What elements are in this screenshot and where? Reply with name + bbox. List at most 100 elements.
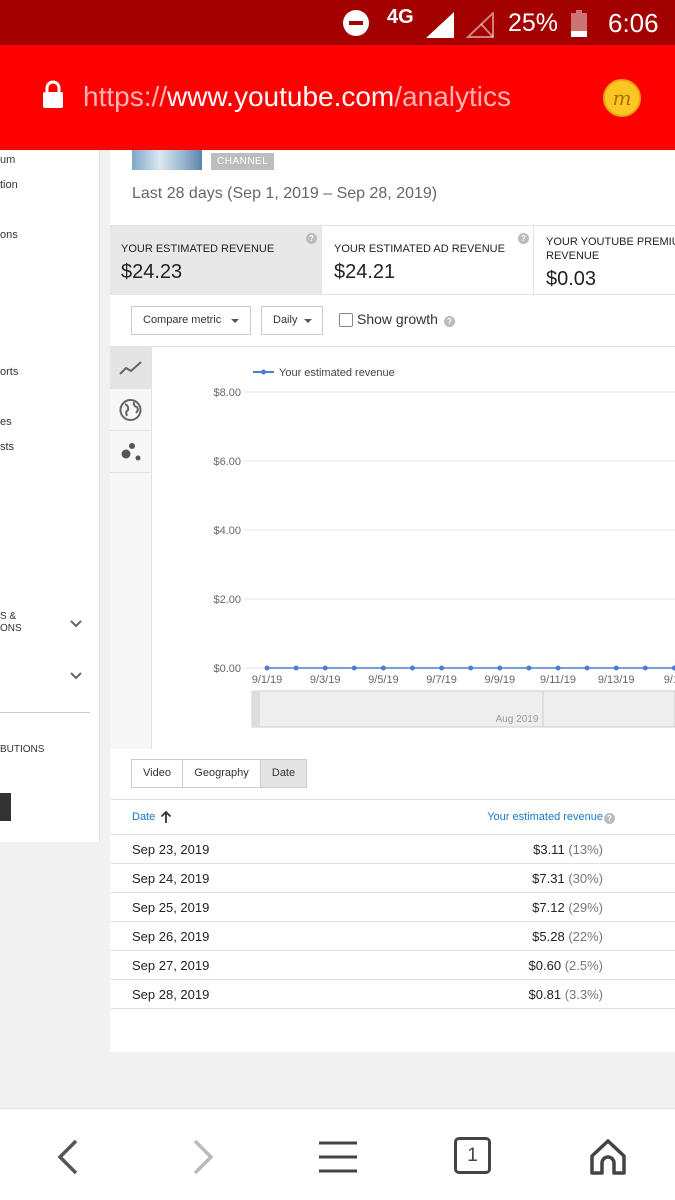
row-value: $0.60 (2.5%) [528, 958, 603, 973]
sort-ascending-icon[interactable] [160, 810, 172, 824]
url-path: /analytics [394, 81, 511, 112]
caret-down-icon [231, 319, 239, 323]
left-nav-button[interactable] [0, 793, 11, 821]
legend-marker [261, 369, 266, 375]
row-date: Sep 23, 2019 [132, 842, 210, 857]
chevron-down-icon[interactable] [70, 620, 82, 628]
x-tick-label: 9/13/19 [598, 674, 635, 686]
chevron-down-icon[interactable] [70, 672, 82, 680]
metric-label: YOUR ESTIMATED AD REVENUE [334, 243, 505, 255]
metric-cards: YOUR ESTIMATED REVENUE $24.23 ? YOUR EST… [110, 225, 675, 295]
navigator-handle [252, 691, 260, 727]
show-growth-checkbox[interactable] [339, 313, 353, 327]
left-nav-section[interactable]: S & [0, 611, 16, 622]
extension-button[interactable]: m [603, 79, 641, 117]
row-date: Sep 28, 2019 [132, 987, 210, 1002]
row-value: $5.28 (22%) [532, 929, 603, 944]
url-scheme: https:// [83, 81, 168, 112]
data-point [613, 665, 619, 671]
data-point [322, 665, 328, 671]
left-nav-item[interactable]: orts [0, 366, 18, 378]
browser-toolbar: https://www.youtube.com/analytics m [0, 45, 675, 150]
data-point [293, 665, 299, 671]
status-bar: 4G 25% 6:06 [0, 0, 675, 45]
metric-card-estimated-revenue[interactable]: YOUR ESTIMATED REVENUE $24.23 ? [110, 226, 322, 295]
map-tab[interactable] [110, 389, 151, 431]
back-icon[interactable] [48, 1137, 88, 1177]
line-chart-icon [119, 361, 142, 375]
table-row: Sep 26, 2019 $5.28 (22%) [110, 922, 675, 951]
data-point [642, 665, 648, 671]
interval-dropdown[interactable]: Daily [261, 306, 323, 335]
tab-label: Video [143, 767, 171, 779]
legend-label: Your estimated revenue [279, 367, 395, 379]
left-nav-section[interactable]: BUTIONS [0, 744, 44, 755]
help-icon[interactable]: ? [604, 813, 615, 824]
tab-date[interactable]: Date [260, 759, 307, 788]
data-point [497, 665, 503, 671]
tab-switcher-button[interactable]: 1 [454, 1137, 491, 1174]
x-tick-label: 9/3/19 [310, 674, 341, 686]
interval-label: Daily [273, 314, 298, 326]
home-icon[interactable] [588, 1137, 628, 1177]
compare-metric-dropdown[interactable]: Compare metric [131, 306, 251, 335]
signal-strength-icon [426, 12, 454, 38]
compare-metric-label: Compare metric [143, 314, 222, 326]
help-icon[interactable]: ? [444, 316, 455, 327]
row-value: $0.81 (3.3%) [528, 987, 603, 1002]
forward-icon[interactable] [183, 1137, 223, 1177]
metric-card-premium-revenue[interactable]: YOUR YOUTUBE PREMIUM REVENUE $0.03 [535, 226, 675, 295]
globe-icon [119, 399, 142, 421]
caret-down-icon [304, 319, 312, 323]
row-value: $7.31 (30%) [532, 871, 603, 886]
range-navigator [251, 690, 675, 728]
left-nav-item[interactable]: es [0, 416, 12, 428]
date-range: Last 28 days (Sep 1, 2019 – Sep 28, 2019… [132, 185, 438, 202]
url-host: www.youtube.com [167, 81, 395, 112]
left-nav-item[interactable]: tion [0, 179, 18, 191]
browser-bottom-nav: 1 [0, 1108, 675, 1200]
data-point [351, 665, 357, 671]
row-date: Sep 27, 2019 [132, 958, 210, 973]
clock: 6:06 [608, 8, 659, 38]
left-nav-item[interactable]: ons [0, 229, 18, 241]
chart-area: Your estimated revenue $8.00 $6.00 $4.00 $2.… [110, 346, 675, 749]
extension-letter: m [612, 86, 632, 110]
help-icon[interactable]: ? [306, 233, 317, 244]
metric-value: $24.23 [121, 261, 183, 283]
left-nav-item[interactable]: um [0, 154, 15, 166]
column-header-revenue[interactable]: Your estimated revenue [487, 811, 603, 823]
table-row: Sep 25, 2019 $7.12 (29%) [110, 893, 675, 922]
left-nav-item[interactable]: sts [0, 441, 14, 453]
tab-label: Date [271, 767, 296, 779]
metric-value: $24.21 [334, 261, 396, 283]
show-growth-label[interactable]: Show growth [357, 311, 438, 327]
x-tick-label: 9/9/19 [485, 674, 516, 686]
line-chart-tab[interactable] [110, 347, 151, 389]
column-header-date[interactable]: Date [132, 811, 155, 823]
x-tick-label: 9/15 [664, 674, 675, 686]
data-point [584, 665, 590, 671]
metric-label: YOUR YOUTUBE PREMIUM [546, 236, 675, 248]
data-point [439, 665, 445, 671]
network-type: 4G [387, 6, 414, 28]
y-tick-label: $0.00 [213, 663, 241, 675]
table-row: Sep 23, 2019 $3.11 (13%) [110, 835, 675, 864]
battery-percent: 25% [508, 9, 559, 37]
tab-video[interactable]: Video [131, 759, 183, 788]
left-nav-section[interactable]: ONS [0, 623, 22, 634]
table-row: Sep 28, 2019 $0.81 (3.3%) [110, 980, 675, 1009]
revenue-line-chart: Your estimated revenue $8.00 $6.00 $4.00 $2.… [213, 367, 675, 728]
bubble-chart-tab[interactable] [110, 431, 151, 473]
help-icon[interactable]: ? [518, 233, 529, 244]
metric-label: YOUR ESTIMATED REVENUE [121, 243, 275, 255]
url-field[interactable]: https://www.youtube.com/analytics [83, 81, 556, 121]
data-point [468, 665, 474, 671]
tab-geography[interactable]: Geography [182, 759, 261, 788]
menu-icon[interactable] [318, 1137, 358, 1177]
data-point [526, 665, 532, 671]
lock-icon [43, 80, 63, 108]
metric-card-ad-revenue[interactable]: YOUR ESTIMATED AD REVENUE $24.21 ? [323, 226, 534, 295]
x-tick-label: 9/5/19 [368, 674, 399, 686]
y-tick-label: $4.00 [213, 525, 241, 537]
